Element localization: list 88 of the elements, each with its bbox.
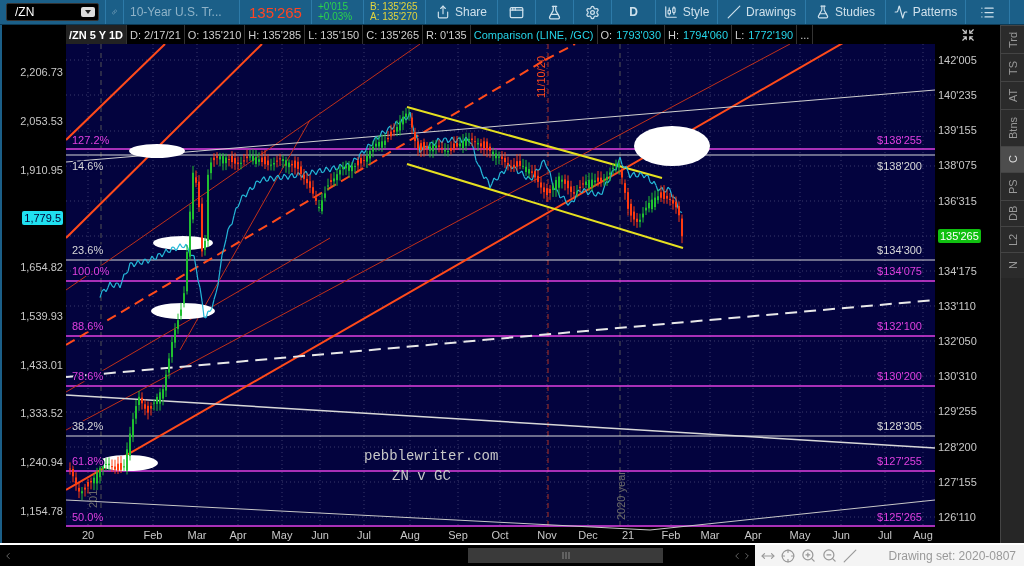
- side-tab[interactable]: AT: [1001, 81, 1024, 109]
- drawing-set-label[interactable]: Drawing set: 2020-0807: [888, 548, 1024, 563]
- x-axis-label: 21: [621, 529, 635, 541]
- x-axis-label: Jun: [311, 529, 329, 541]
- x-axis-label: Jul: [877, 529, 893, 541]
- chart-caption: ZN v GC: [392, 468, 451, 484]
- level-price-label: $128'305: [877, 420, 922, 432]
- bid-price: B: 135'265: [370, 2, 418, 12]
- x-axis-label: Dec: [578, 529, 598, 541]
- side-tab[interactable]: N: [1001, 252, 1024, 278]
- axis-label: 1,539.93: [20, 308, 63, 323]
- axis-label: 2,206.73: [20, 65, 63, 79]
- share-button[interactable]: Share: [432, 1, 491, 23]
- level-price-label: $130'200: [877, 370, 922, 382]
- axis-label: 130'310: [938, 369, 977, 384]
- axis-label: 1,433.01: [20, 357, 63, 372]
- side-tab[interactable]: C: [1001, 146, 1024, 172]
- level-percent-label: 23.6%: [72, 244, 104, 256]
- last-price: 135'265: [249, 3, 302, 21]
- level-price-label: $138'255: [877, 134, 922, 146]
- side-tab[interactable]: TS: [1001, 53, 1024, 81]
- level-percent-label: 50.0%: [72, 511, 104, 523]
- x-axis-label: Mar: [700, 529, 720, 541]
- side-tab[interactable]: PS: [1001, 172, 1024, 200]
- x-axis-label: Apr: [229, 529, 247, 541]
- axis-label: 134'175: [938, 263, 977, 278]
- x-axis-label: Jun: [832, 529, 850, 541]
- axis-label: 129'255: [938, 404, 977, 419]
- axis-label: 140'235: [938, 88, 977, 103]
- side-tab[interactable]: DB: [1001, 200, 1024, 226]
- level-price-label: $138'200: [877, 160, 922, 172]
- x-axis-label: May: [271, 529, 293, 541]
- vertical-note: 2020 year: [615, 471, 627, 520]
- level-percent-label: 127.2%: [72, 134, 110, 146]
- level-percent-label: 14.6%: [72, 160, 104, 172]
- x-axis-label: Feb: [661, 529, 681, 541]
- side-tab[interactable]: Btns: [1001, 109, 1024, 146]
- level-percent-label: 61.8%: [72, 455, 104, 467]
- axis-label: 139'155: [938, 123, 977, 138]
- side-tab[interactable]: Trd: [1001, 25, 1024, 53]
- axis-label: 128'200: [938, 439, 977, 454]
- level-price-label: $125'265: [877, 511, 922, 523]
- x-axis-label: Aug: [913, 529, 933, 541]
- axis-label: 2,053.53: [20, 113, 63, 128]
- x-axis-label: Sep: [448, 529, 468, 541]
- instrument-description: 10-Year U.S. Tr...: [130, 5, 222, 19]
- toolbar-menu-button[interactable]: Drawings: [723, 1, 800, 23]
- axis-label: 1,240.94: [20, 455, 63, 470]
- axis-label: 126'110: [938, 509, 976, 524]
- ask-price: A: 135'270: [370, 12, 418, 22]
- percent-change: +0.03%: [318, 12, 353, 22]
- axis-label: 1,910.95: [20, 162, 63, 177]
- level-price-label: $127'255: [877, 455, 922, 467]
- aggregation-button[interactable]: D: [625, 1, 642, 23]
- level-percent-label: 38.2%: [72, 420, 104, 432]
- x-axis-label: Oct: [491, 529, 509, 541]
- current-value-badge: 135'265: [938, 228, 981, 243]
- axis-label: 132'050: [938, 334, 977, 349]
- x-axis-label: May: [789, 529, 811, 541]
- axis-label: 136'315: [938, 193, 977, 208]
- toolbar-menu-button[interactable]: Studies: [812, 1, 879, 23]
- x-axis-label: Feb: [143, 529, 163, 541]
- axis-label: 133'110: [938, 299, 976, 313]
- axis-label: 1,333.52: [20, 406, 63, 421]
- x-axis-label: Apr: [744, 529, 762, 541]
- axis-label: 127'155: [938, 474, 977, 489]
- x-axis-label: 20: [81, 529, 95, 541]
- axis-label: 142'005: [938, 53, 977, 67]
- axis-label: 138'075: [938, 158, 977, 173]
- side-tab[interactable]: L2: [1001, 226, 1024, 252]
- symbol-field[interactable]: /ZN: [6, 3, 99, 21]
- x-axis-label: Aug: [400, 529, 420, 541]
- level-price-label: $132'100: [877, 320, 922, 332]
- level-price-label: $134'075: [877, 265, 922, 277]
- chart-caption: pebblewriter.com: [364, 448, 499, 464]
- toolbar-menu-button[interactable]: Style: [659, 1, 714, 23]
- chart-symbol-label: /ZN 5 Y 1D: [66, 25, 127, 44]
- x-axis-label: Nov: [537, 529, 557, 541]
- vertical-note: 201: [87, 489, 99, 508]
- current-value-badge: 1,779.5: [22, 211, 63, 226]
- toolbar-menu-button[interactable]: Patterns: [889, 1, 962, 23]
- level-price-label: $134'300: [877, 244, 922, 256]
- x-axis-label: Mar: [187, 529, 207, 541]
- axis-label: 1,654.82: [20, 260, 63, 275]
- net-change: +0'015: [318, 2, 349, 12]
- x-axis-label: Jul: [356, 529, 372, 541]
- vertical-note: 11/10/20: [535, 56, 547, 98]
- axis-label: 1,154.78: [20, 503, 63, 518]
